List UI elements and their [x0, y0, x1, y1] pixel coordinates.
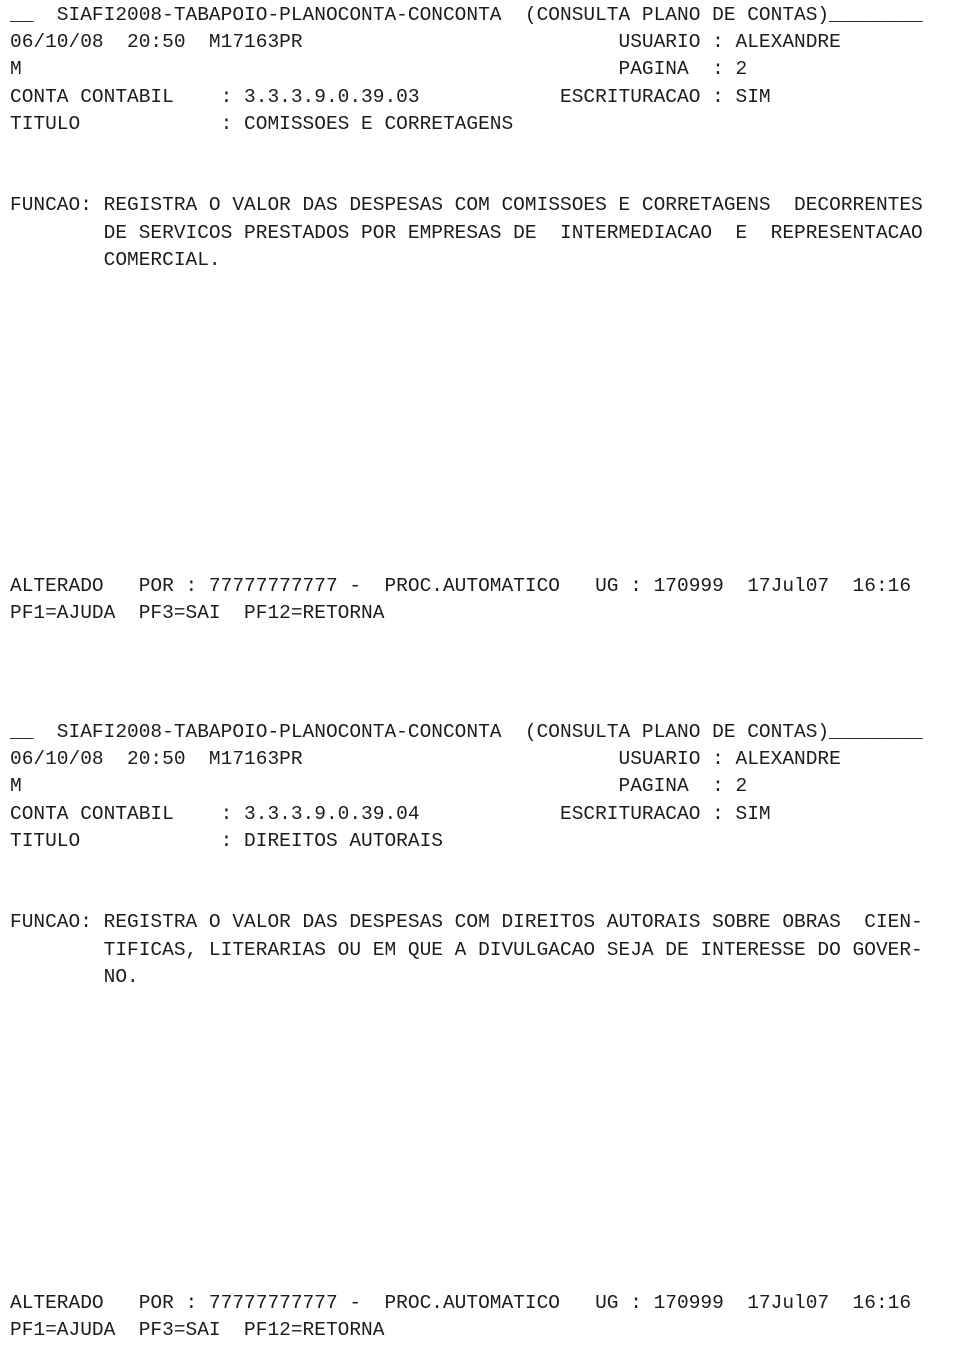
funcao-line-2: DE SERVICOS PRESTADOS POR EMPRESAS DE IN…: [10, 221, 923, 244]
datetime-user-line: 06/10/08 20:50 M17163PR USUARIO : ALEXAN…: [10, 31, 841, 54]
alterado-status-line: ALTERADO POR : 77777777777 - PROC.AUTOMA…: [10, 574, 912, 597]
conta-contabil-line: CONTA CONTABIL : 3.3.3.9.0.39.03 ESCRITU…: [10, 85, 771, 108]
pfkeys-line[interactable]: PF1=AJUDA PF3=SAI PF12=RETORNA: [0, 600, 960, 627]
mode-page-line: M PAGINA : 2: [10, 775, 748, 798]
funcao-line-1: FUNCAO: REGISTRA O VALOR DAS DESPESAS CO…: [10, 194, 923, 217]
terminal-screen-lines-1: __ SIAFI2008-TABAPOIO-PLANOCONTA-CONCONT…: [0, 2, 960, 627]
funcao-line-3: COMERCIAL.: [10, 248, 221, 271]
pfkeys-line[interactable]: PF1=AJUDA PF3=SAI PF12=RETORNA: [0, 1317, 960, 1344]
funcao-line-3: NO.: [10, 965, 139, 988]
titulo-line: TITULO : DIREITOS AUTORAIS: [10, 829, 443, 852]
terminal-screen-lines-2: __ SIAFI2008-TABAPOIO-PLANOCONTA-CONCONT…: [0, 719, 960, 1344]
funcao-line-2: TIFICAS, LITERARIAS OU EM QUE A DIVULGAC…: [10, 938, 923, 961]
document-page: __ SIAFI2008-TABAPOIO-PLANOCONTA-CONCONT…: [0, 0, 960, 1348]
header-path-line: __ SIAFI2008-TABAPOIO-PLANOCONTA-CONCONT…: [10, 4, 923, 26]
mode-page-line: M PAGINA : 2: [10, 58, 748, 81]
titulo-line: TITULO : COMISSOES E CORRETAGENS: [10, 112, 514, 135]
conta-contabil-line: CONTA CONTABIL : 3.3.3.9.0.39.04 ESCRITU…: [10, 802, 771, 825]
header-path-line: __ SIAFI2008-TABAPOIO-PLANOCONTA-CONCONT…: [10, 721, 923, 743]
alterado-status-line: ALTERADO POR : 77777777777 - PROC.AUTOMA…: [10, 1291, 912, 1314]
funcao-line-1: FUNCAO: REGISTRA O VALOR DAS DESPESAS CO…: [10, 911, 923, 934]
datetime-user-line: 06/10/08 20:50 M17163PR USUARIO : ALEXAN…: [10, 748, 841, 771]
